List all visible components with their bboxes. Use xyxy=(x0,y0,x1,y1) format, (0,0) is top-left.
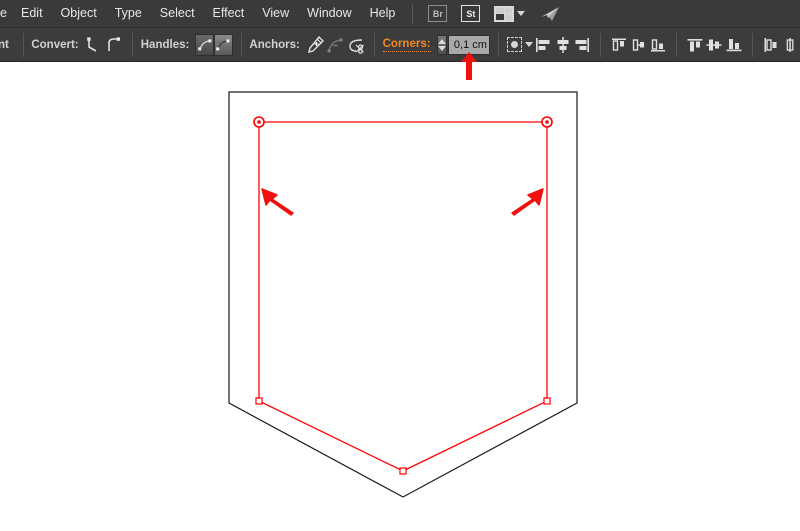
menu-select[interactable]: Select xyxy=(151,3,204,24)
distribute-top-icon xyxy=(610,36,628,54)
align-left-edges-button[interactable] xyxy=(533,33,553,57)
menu-view[interactable]: View xyxy=(253,3,298,24)
menu-effect[interactable]: Effect xyxy=(204,3,254,24)
bridge-button[interactable]: Br xyxy=(428,5,447,22)
align-left-icon xyxy=(534,36,552,54)
corners-radius-input[interactable]: 0,1 cm xyxy=(448,35,491,55)
workspace-switcher-icon xyxy=(494,6,514,22)
share-rocket-icon xyxy=(539,5,563,23)
distribute-horizontal-center-button[interactable] xyxy=(780,33,800,57)
control-divider-6 xyxy=(600,33,601,57)
document-canvas[interactable] xyxy=(0,62,800,531)
artwork-layer xyxy=(0,62,800,531)
menubar-divider xyxy=(412,4,413,24)
distribute-bottom-icon xyxy=(649,36,667,54)
remove-anchor-point-button[interactable] xyxy=(326,33,346,57)
anchor-point-bottom-tip[interactable] xyxy=(400,468,406,474)
cut-path-at-anchor-icon xyxy=(346,35,366,55)
stepper-down-icon[interactable] xyxy=(438,46,446,51)
control-divider-5 xyxy=(498,33,499,57)
live-corner-widget-top-left[interactable] xyxy=(254,117,264,127)
menu-bar: e Edit Object Type Select Effect View Wi… xyxy=(0,0,800,28)
menu-help[interactable]: Help xyxy=(361,3,405,24)
distribute-top-edges-button[interactable] xyxy=(609,33,629,57)
align-top-icon xyxy=(686,36,704,54)
share-button[interactable] xyxy=(539,5,563,23)
control-bar: nt Convert: Handles: xyxy=(0,28,800,62)
convert-to-smooth-icon xyxy=(105,36,123,54)
align-top-edges-button[interactable] xyxy=(685,33,705,57)
chevron-down-icon xyxy=(517,11,525,16)
add-anchor-point-button[interactable] xyxy=(306,33,326,57)
stock-button[interactable]: St xyxy=(461,5,480,22)
align-horizontal-centers-button[interactable] xyxy=(553,33,573,57)
align-right-icon xyxy=(573,36,591,54)
convert-to-corner-button[interactable] xyxy=(85,33,105,57)
anchor-point-bottom-left[interactable] xyxy=(256,398,262,404)
show-handles-button[interactable] xyxy=(195,34,214,56)
distribute-bottom-edges-button[interactable] xyxy=(648,33,668,57)
menu-window[interactable]: Window xyxy=(298,3,360,24)
control-divider-8 xyxy=(752,33,753,57)
align-to-selection-icon xyxy=(507,37,522,52)
convert-to-smooth-button[interactable] xyxy=(104,33,124,57)
distribute-h-center-icon xyxy=(781,36,799,54)
control-divider-1 xyxy=(23,33,24,57)
align-to-selection-button[interactable] xyxy=(507,33,533,57)
align-bottom-icon xyxy=(725,36,743,54)
menu-object[interactable]: Object xyxy=(52,3,106,24)
menu-file-clipped[interactable]: e xyxy=(0,3,12,24)
control-divider-7 xyxy=(676,33,677,57)
stepper-up-icon[interactable] xyxy=(438,39,446,44)
show-handles-icon xyxy=(197,37,213,53)
cut-path-at-anchor-button[interactable] xyxy=(346,33,366,57)
black-pennant-outline[interactable] xyxy=(229,92,577,497)
hide-handles-icon xyxy=(215,37,231,53)
menu-type[interactable]: Type xyxy=(106,3,151,24)
align-vertical-centers-button[interactable] xyxy=(705,33,725,57)
handles-label: Handles: xyxy=(141,39,190,51)
corners-label: Corners: xyxy=(383,38,431,52)
stock-icon: St xyxy=(461,5,480,22)
align-bottom-edges-button[interactable] xyxy=(724,33,744,57)
remove-anchor-point-icon xyxy=(326,35,346,55)
illustrator-window: e Edit Object Type Select Effect View Wi… xyxy=(0,0,800,531)
convert-to-corner-icon xyxy=(85,36,103,54)
control-divider-4 xyxy=(374,33,375,57)
distribute-vertical-centers-button[interactable] xyxy=(629,33,649,57)
convert-label: Convert: xyxy=(31,39,78,51)
align-v-center-icon xyxy=(705,36,723,54)
chevron-down-icon xyxy=(525,42,533,47)
control-divider-3 xyxy=(241,33,242,57)
distribute-v-center-icon xyxy=(630,36,648,54)
align-right-edges-button[interactable] xyxy=(573,33,593,57)
control-divider-2 xyxy=(132,33,133,57)
distribute-horizontal-left-button[interactable] xyxy=(761,33,781,57)
anchors-label: Anchors: xyxy=(249,39,299,51)
workspace-switcher-button[interactable] xyxy=(494,6,525,22)
live-corner-widget-top-right[interactable] xyxy=(542,117,552,127)
menu-edit[interactable]: Edit xyxy=(12,3,52,24)
hide-handles-button[interactable] xyxy=(214,34,233,56)
corners-stepper[interactable] xyxy=(437,35,447,55)
add-anchor-point-icon xyxy=(306,35,326,55)
distribute-h-left-icon xyxy=(762,36,780,54)
active-tool-label: nt xyxy=(0,39,9,51)
bridge-icon: Br xyxy=(428,5,447,22)
anchor-point-bottom-right[interactable] xyxy=(544,398,550,404)
align-h-center-icon xyxy=(554,36,572,54)
